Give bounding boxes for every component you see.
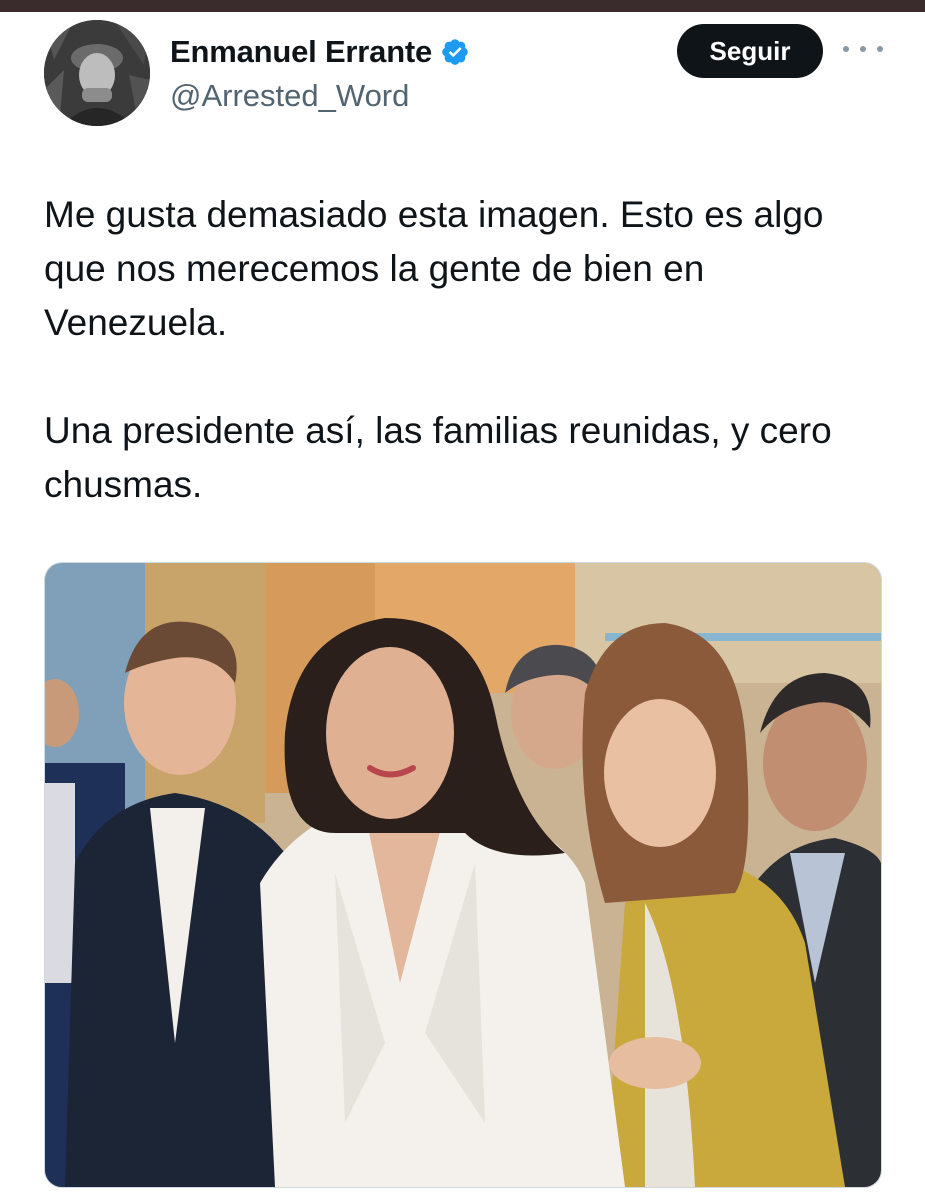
more-options-icon[interactable] xyxy=(843,34,883,64)
tweet-text: Me gusta demasiado esta imagen. Esto es … xyxy=(44,188,884,512)
tweet-paragraph-1: Me gusta demasiado esta imagen. Esto es … xyxy=(44,194,824,343)
verified-badge-icon xyxy=(442,39,468,65)
author-name-row[interactable]: Enmanuel Errante xyxy=(170,34,470,70)
tweet-card: Enmanuel Errante @Arrested_Word Seguir M… xyxy=(0,12,925,1200)
tweet-photo[interactable] xyxy=(44,562,882,1188)
tweet-paragraph-2: Una presidente así, las familias reunida… xyxy=(44,410,832,505)
author-display-name[interactable]: Enmanuel Errante xyxy=(170,34,432,70)
avatar-photo-icon xyxy=(44,20,150,126)
photo-image xyxy=(45,563,881,1187)
author-handle[interactable]: @Arrested_Word xyxy=(170,78,409,114)
more-dot xyxy=(860,46,866,52)
more-dot xyxy=(843,46,849,52)
avatar[interactable] xyxy=(44,20,150,126)
status-bar-strip xyxy=(0,0,925,12)
more-dot xyxy=(877,46,883,52)
follow-button[interactable]: Seguir xyxy=(677,24,823,78)
